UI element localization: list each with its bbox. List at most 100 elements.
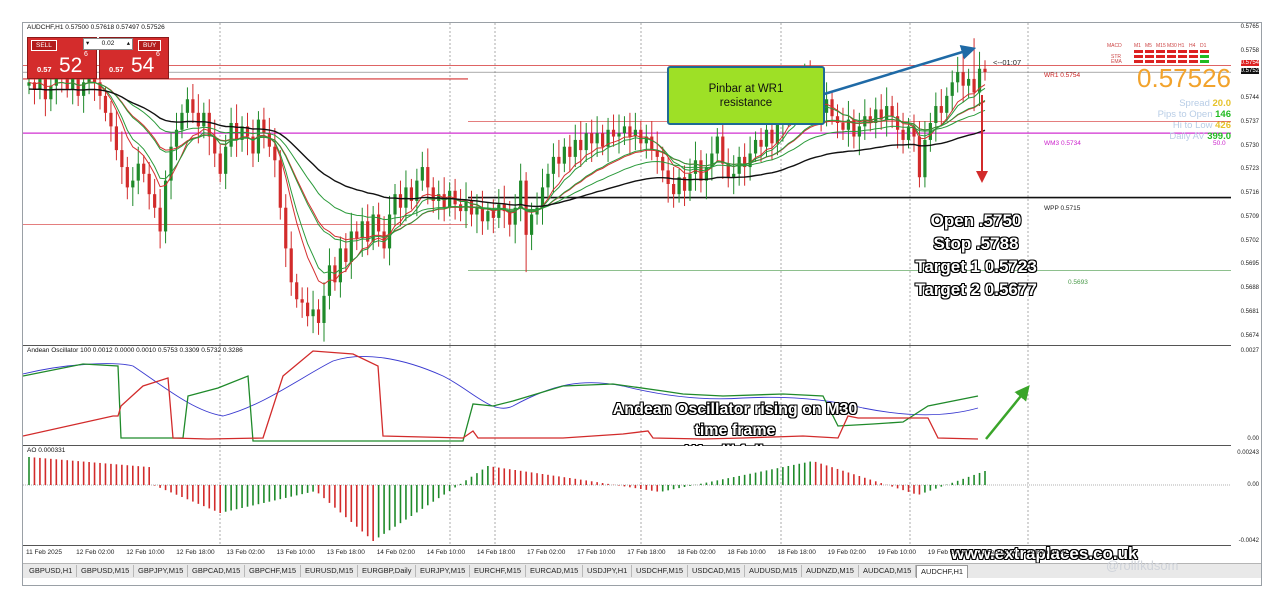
mtf-signal-cell <box>1200 50 1209 53</box>
candle-body <box>688 173 692 191</box>
price-scale-label: 0.5754 <box>1240 60 1259 67</box>
candle-body <box>224 146 228 174</box>
mtf-signal-cell <box>1134 50 1143 53</box>
candle-body <box>295 282 299 300</box>
price-scale-label: 0.5730 <box>1240 142 1259 149</box>
chart-tab[interactable]: GBPUSD,M15 <box>77 565 135 577</box>
chevron-up-icon[interactable]: ▴ <box>127 39 130 49</box>
hilo-value: 426 <box>1215 120 1231 131</box>
chart-tab[interactable]: AUDNZD,M15 <box>802 565 859 577</box>
chart-tab[interactable]: GBPJPY,M15 <box>134 565 189 577</box>
candle-body <box>284 207 288 249</box>
chevron-down-icon[interactable]: ▾ <box>86 39 89 49</box>
chart-tab[interactable]: GBPCHF,M15 <box>245 565 302 577</box>
chart-tab[interactable]: EURCAD,M15 <box>526 565 584 577</box>
mtf-signal-cell <box>1167 50 1176 53</box>
buy-button[interactable]: BUY <box>138 40 162 51</box>
ema-fast-red <box>28 81 986 285</box>
price-scale-label: 0.5737 <box>1240 118 1259 125</box>
time-axis-label: 18 Feb 02:00 <box>677 549 716 556</box>
time-axis-label: 14 Feb 10:00 <box>426 549 466 556</box>
one-click-trading-panel: SELL 0.57 52 6 BUY 0.57 54 6 ▾ 0.02 ▴ <box>27 37 169 79</box>
buy-price-big: 54 <box>131 54 155 77</box>
candle-body <box>601 133 605 147</box>
ema-green-3 <box>126 100 986 221</box>
hilo-row: Hi to Low 426 <box>1173 120 1231 131</box>
candle-body <box>191 99 195 113</box>
pips-label: Pips to Open <box>1157 109 1213 120</box>
candle-body <box>311 309 315 317</box>
candle-body <box>617 133 621 137</box>
mtf-signal-cell <box>1145 50 1154 53</box>
trade-plan: Open .5750 Stop .5788 Target 1 0.5723 Ta… <box>885 209 1067 301</box>
mtf-signal-cell <box>1189 50 1198 53</box>
awesome-oscillator-pane[interactable]: AO 0.000331 www.extraplaces.co.uk <box>23 446 1231 563</box>
mtf-signal-cell <box>1178 55 1187 58</box>
mtf-header: D1 <box>1200 43 1207 49</box>
candle-body <box>158 207 162 232</box>
candle-body <box>759 139 763 147</box>
mtf-signal-cell <box>1189 55 1198 58</box>
candle-body <box>824 99 829 113</box>
candle-body <box>218 153 222 174</box>
chart-tab[interactable]: USDCHF,M15 <box>632 565 689 577</box>
price-scale[interactable]: 0.5765 0.5758 0.5754 0.5752 0.5744 0.5737 0.57… <box>1232 23 1261 345</box>
candle-body <box>945 95 949 113</box>
mtf-header: M5 <box>1145 43 1152 49</box>
candle-body <box>125 167 129 188</box>
spread-value: 20.0 <box>1212 98 1232 109</box>
price-scale-label: 0.5688 <box>1240 285 1259 292</box>
pinbar-callout: Pinbar at WR1 resistance <box>667 66 825 125</box>
candle-body <box>153 194 157 208</box>
candle-body <box>71 78 75 90</box>
chart-tab[interactable]: AUDUSD,M15 <box>745 565 803 577</box>
sell-price-big: 52 <box>59 54 83 77</box>
time-axis-label: 13 Feb 02:00 <box>226 549 265 556</box>
candle-body <box>584 133 588 151</box>
candle-body <box>939 106 943 113</box>
candle-body <box>306 302 310 317</box>
candle-body <box>49 85 53 100</box>
chart-tabs: GBPUSD,H1 GBPUSD,M15 GBPJPY,M15 GBPCAD,M15 G… <box>23 563 1261 578</box>
lot-size-value: 0.02 <box>101 40 115 47</box>
ao-scale-top: 0.00243 <box>1237 450 1259 456</box>
chart-tab[interactable]: EURCHF,M15 <box>470 565 527 577</box>
chart-tab[interactable]: EURJPY,M15 <box>416 565 471 577</box>
chart-tab[interactable]: EURUSD,M15 <box>301 565 359 577</box>
mtf-signal-cell <box>1156 50 1165 53</box>
chart-tab[interactable]: USDCAD,M15 <box>688 565 746 577</box>
callout-line-1: Pinbar at WR1 <box>708 82 784 95</box>
spread-row: Spread 20.0 <box>1179 98 1231 109</box>
price-pane[interactable]: AUDCHF,H1 0.57500 0.57618 0.57497 0.5752… <box>23 23 1231 346</box>
lot-size-input[interactable]: ▾ 0.02 ▴ <box>83 38 133 50</box>
chart-tab[interactable]: GBPUSD,H1 <box>25 565 78 577</box>
sell-button[interactable]: SELL <box>31 40 57 51</box>
andean-oscillator-pane[interactable]: Andean Oscillator 100 0.0012 0.0000 0.00… <box>23 346 1231 460</box>
time-axis-label: 19 Feb 10:00 <box>877 549 916 556</box>
candle-body <box>519 180 523 208</box>
candle-body <box>967 78 971 86</box>
chart-tab[interactable]: EURGBP,Daily <box>358 565 417 577</box>
hilo-label: Hi to Low <box>1172 120 1213 131</box>
candle-body <box>76 78 80 96</box>
time-axis-label: 11 Feb 2025 <box>26 549 63 556</box>
oscillator-note-line-2: time frame <box>694 422 776 439</box>
ao-svg <box>23 446 1231 545</box>
chart-tab[interactable]: AUDCAD,M15 <box>859 565 917 577</box>
chart-tab[interactable]: AUDCHF,H1 <box>916 565 969 578</box>
buy-price-sup: 6 <box>156 51 160 58</box>
candle-body <box>841 122 845 130</box>
chart-tab[interactable]: GBPCAD,M15 <box>188 565 246 577</box>
chart-tab[interactable]: USDJPY,H1 <box>583 565 633 577</box>
pips-row: Pips to Open 146 <box>1158 109 1231 120</box>
candle-body <box>972 78 976 93</box>
candle-body <box>344 248 348 262</box>
oscillator-note-line-1: Andean Oscillator rising on M30 <box>612 401 858 418</box>
candle-body <box>475 207 479 215</box>
candle-body <box>300 299 304 303</box>
mtf-row-label: EMA <box>1111 59 1122 65</box>
candle-body <box>650 136 654 151</box>
candle-body <box>497 204 501 218</box>
low-level-label: 0.5693 <box>1068 279 1088 286</box>
price-scale-label: 0.5752 <box>1240 68 1259 75</box>
